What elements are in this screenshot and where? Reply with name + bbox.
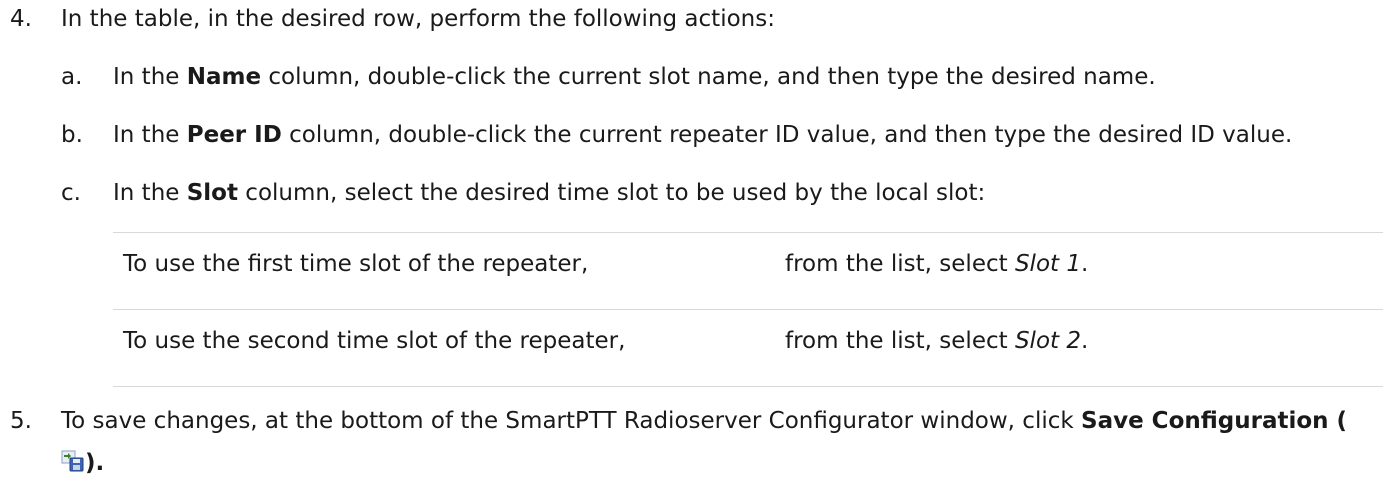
substep-text: In the Peer ID column, double-click the … [113,122,1293,148]
substep-letter: b. [61,122,83,148]
step-text: In the table, in the desired row, perfor… [61,6,775,32]
step-text-continued: ). [61,450,104,478]
step-number: 4. [10,6,32,32]
save-configuration-icon [61,450,85,478]
table-row: To use the second time slot of the repea… [113,309,1383,387]
ui-term: Save Configuration ( [1081,408,1348,434]
options-table: To use the first time slot of the repeat… [113,232,1383,387]
table-cell-action: from the list, select Slot 2. [785,328,1089,354]
substep-letter: a. [61,64,83,90]
ui-term: Name [186,64,262,90]
substep-letter: c. [61,180,81,206]
ui-term: Peer ID [186,122,282,148]
substep-text: In the Slot column, select the desired t… [113,180,986,206]
table-cell-condition: To use the second time slot of the repea… [123,328,626,354]
ui-term: Slot [186,180,238,206]
table-row: To use the first time slot of the repeat… [113,232,1383,309]
substep-text: In the Name column, double-click the cur… [113,64,1156,90]
table-cell-condition: To use the first time slot of the repeat… [123,251,589,277]
step-number: 5. [10,408,32,434]
table-cell-action: from the list, select Slot 1. [785,251,1089,277]
step-text: To save changes, at the bottom of the Sm… [61,408,1348,434]
